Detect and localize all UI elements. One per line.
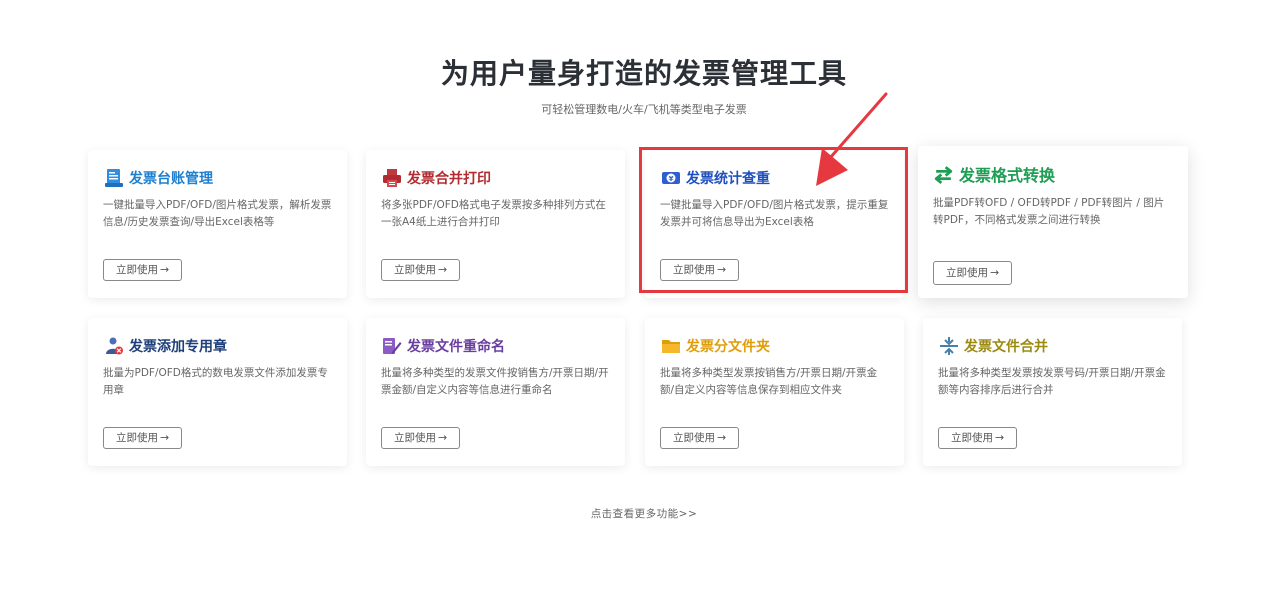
- use-now-button[interactable]: 立即使用 →: [103, 259, 183, 281]
- arrow-right-icon: →: [990, 266, 1000, 279]
- card-description: 批量为PDF/OFD格式的数电发票文件添加发票专用章: [103, 367, 328, 396]
- card-description: 批量将多种类型发票按发票号码/开票日期/开票金额等内容排序后进行合并: [938, 367, 1166, 396]
- button-label: 立即使用: [116, 432, 158, 444]
- folder-icon: [661, 336, 681, 356]
- card-header: 发票文件合并: [939, 335, 1170, 357]
- arrow-right-icon: →: [160, 431, 170, 444]
- card-header: 发票格式转换: [933, 163, 1176, 185]
- card-title: 发票文件重命名: [407, 339, 505, 355]
- arrow-right-icon: →: [160, 263, 170, 276]
- card-header: ¥ 发票统计查重: [661, 167, 892, 189]
- card-title: 发票分文件夹: [686, 339, 770, 355]
- swap-arrows-icon: [933, 164, 954, 185]
- stamp-user-icon: [104, 336, 124, 356]
- more-features-link[interactable]: 点击查看更多功能>>: [0, 506, 1288, 521]
- svg-text:¥: ¥: [669, 175, 674, 183]
- button-label: 立即使用: [394, 264, 436, 276]
- use-now-button[interactable]: 立即使用 →: [933, 261, 1013, 285]
- card-description: 将多张PDF/OFD格式电子发票按多种排列方式在一张A4纸上进行合并打印: [381, 199, 606, 228]
- yen-statistics-icon: ¥: [661, 168, 681, 188]
- card-header: 发票添加专用章: [104, 335, 335, 357]
- merge-icon: [939, 336, 959, 356]
- card-title: 发票统计查重: [686, 171, 770, 187]
- card-description: 一键批量导入PDF/OFD/图片格式发票，提示重复发票并可将信息导出为Excel…: [660, 199, 889, 228]
- card-header: 发票台账管理: [104, 167, 335, 189]
- use-now-button[interactable]: 立即使用 →: [660, 259, 740, 281]
- card-invoice-format-convert: 发票格式转换 批量PDF转OFD / OFD转PDF / PDF转图片 / 图片…: [918, 146, 1188, 298]
- printer-icon: [382, 168, 402, 188]
- card-invoice-ledger: 发票台账管理 一键批量导入PDF/OFD/图片格式发票，解析发票信息/历史发票查…: [88, 150, 347, 298]
- arrow-right-icon: →: [438, 431, 448, 444]
- card-title: 发票台账管理: [129, 171, 213, 187]
- card-title: 发票合并打印: [407, 171, 491, 187]
- use-now-button[interactable]: 立即使用 →: [660, 427, 740, 449]
- use-now-button[interactable]: 立即使用 →: [103, 427, 183, 449]
- arrow-right-icon: →: [717, 431, 727, 444]
- card-title: 发票添加专用章: [129, 339, 227, 355]
- button-label: 立即使用: [946, 267, 988, 279]
- button-label: 立即使用: [116, 264, 158, 276]
- arrow-right-icon: →: [717, 263, 727, 276]
- card-invoice-file-merge: 发票文件合并 批量将多种类型发票按发票号码/开票日期/开票金额等内容排序后进行合…: [923, 318, 1182, 466]
- button-label: 立即使用: [673, 264, 715, 276]
- card-header: 发票合并打印: [382, 167, 613, 189]
- card-invoice-folders: 发票分文件夹 批量将多种类型发票按销售方/开票日期/开票金额/自定义内容等信息保…: [645, 318, 904, 466]
- card-description: 批量PDF转OFD / OFD转PDF / PDF转图片 / 图片转PDF，不同…: [933, 197, 1165, 226]
- card-invoice-add-stamp: 发票添加专用章 批量为PDF/OFD格式的数电发票文件添加发票专用章 立即使用 →: [88, 318, 347, 466]
- button-label: 立即使用: [673, 432, 715, 444]
- card-invoice-rename: 发票文件重命名 批量将多种类型的发票文件按销售方/开票日期/开票金额/自定义内容…: [366, 318, 625, 466]
- card-description: 批量将多种类型发票按销售方/开票日期/开票金额/自定义内容等信息保存到相应文件夹: [660, 367, 878, 396]
- use-now-button[interactable]: 立即使用 →: [938, 427, 1018, 449]
- use-now-button[interactable]: 立即使用 →: [381, 259, 461, 281]
- arrow-right-icon: →: [995, 431, 1005, 444]
- card-title: 发票文件合并: [964, 339, 1048, 355]
- rename-pen-icon: [382, 336, 402, 356]
- card-description: 一键批量导入PDF/OFD/图片格式发票，解析发票信息/历史发票查询/导出Exc…: [103, 199, 332, 228]
- card-header: 发票分文件夹: [661, 335, 892, 357]
- page-subtitle: 可轻松管理数电/火车/飞机等类型电子发票: [541, 103, 747, 116]
- card-header: 发票文件重命名: [382, 335, 613, 357]
- use-now-button[interactable]: 立即使用 →: [381, 427, 461, 449]
- card-invoice-statistics: ¥ 发票统计查重 一键批量导入PDF/OFD/图片格式发票，提示重复发票并可将信…: [645, 150, 904, 298]
- arrow-right-icon: →: [438, 263, 448, 276]
- card-invoice-merge-print: 发票合并打印 将多张PDF/OFD格式电子发票按多种排列方式在一张A4纸上进行合…: [366, 150, 625, 298]
- card-title: 发票格式转换: [959, 166, 1056, 185]
- ledger-document-icon: [104, 168, 124, 188]
- button-label: 立即使用: [394, 432, 436, 444]
- button-label: 立即使用: [951, 432, 993, 444]
- card-description: 批量将多种类型的发票文件按销售方/开票日期/开票金额/自定义内容等信息进行重命名: [381, 367, 609, 396]
- page-title: 为用户量身打造的发票管理工具: [440, 57, 847, 90]
